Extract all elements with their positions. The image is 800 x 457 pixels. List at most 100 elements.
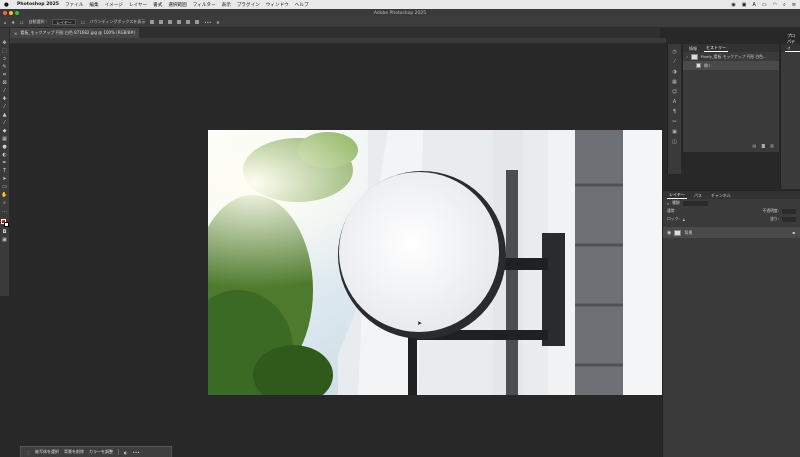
quick-mask-icon[interactable]: ◘ bbox=[2, 229, 8, 235]
screen-mode-icon[interactable]: ▣ bbox=[2, 237, 8, 243]
menu-plugins[interactable]: プラグイン bbox=[237, 2, 260, 8]
home-icon[interactable]: ⌂ bbox=[4, 20, 7, 25]
tab-paths[interactable]: パス bbox=[692, 193, 704, 199]
settings-gear-icon[interactable]: ✲ bbox=[216, 20, 219, 25]
bbox-checkbox[interactable]: ☐ bbox=[81, 20, 85, 25]
tab-history[interactable]: ヒストリー bbox=[704, 45, 728, 52]
more-icon[interactable]: ••• bbox=[133, 450, 140, 455]
type-tool-icon[interactable]: T bbox=[2, 168, 8, 174]
align-bottom-icon[interactable] bbox=[195, 20, 200, 24]
zoom-window-button[interactable] bbox=[15, 11, 19, 15]
document-tab[interactable]: × 看板_モックアップ 円形 白色 871682.jpg @ 100% (RGB… bbox=[10, 28, 140, 38]
align-left-icon[interactable] bbox=[150, 20, 155, 24]
status-a-icon[interactable]: A bbox=[752, 2, 755, 8]
lock-icon[interactable]: 🔒︎ bbox=[683, 217, 685, 222]
swatch-panel-icon[interactable]: ▦ bbox=[672, 79, 677, 85]
blend-mode-dropdown[interactable]: 通常 bbox=[667, 208, 675, 214]
menu-filter[interactable]: フィルター bbox=[193, 2, 216, 8]
adjust-color-button[interactable]: カラーを調整 bbox=[89, 449, 113, 455]
horizontal-ruler[interactable] bbox=[10, 38, 666, 44]
dodge-tool-icon[interactable]: ◐ bbox=[2, 152, 8, 158]
menu-file[interactable]: ファイル bbox=[65, 2, 83, 8]
close-tab-icon[interactable]: × bbox=[14, 31, 17, 36]
path-select-tool-icon[interactable]: ➤ bbox=[2, 176, 8, 182]
status-app-icon[interactable]: ▣ bbox=[742, 2, 747, 8]
filter-kind-label[interactable]: 種類 bbox=[672, 200, 680, 206]
align-middle-icon[interactable] bbox=[186, 20, 191, 24]
close-window-button[interactable] bbox=[3, 11, 7, 15]
align-top-icon[interactable] bbox=[177, 20, 182, 24]
menu-help[interactable]: ヘルプ bbox=[295, 2, 309, 8]
blur-tool-icon[interactable]: ● bbox=[2, 144, 8, 150]
more-tools-icon[interactable]: … bbox=[2, 208, 8, 214]
people-panel-icon[interactable]: ☺ bbox=[672, 89, 677, 95]
remove-bg-button[interactable]: 背景を削除 bbox=[64, 449, 84, 455]
gradient-tool-icon[interactable]: ▦ bbox=[2, 136, 8, 142]
search-icon[interactable]: ⌕ bbox=[783, 2, 786, 8]
layer-row[interactable]: ◉ 背景 ▪ bbox=[663, 227, 800, 238]
background-color[interactable] bbox=[3, 222, 9, 227]
tab-info[interactable]: 情報 bbox=[687, 46, 699, 52]
layer-select-dropdown[interactable]: レイヤー bbox=[52, 19, 77, 25]
menu-app-name[interactable]: Photoshop 2025 bbox=[17, 2, 59, 7]
status-battery-icon[interactable]: ▭ bbox=[762, 2, 767, 8]
trash-icon[interactable]: ▥ bbox=[770, 143, 774, 151]
mask-icon[interactable]: ◐ bbox=[124, 450, 128, 455]
shape-tool-icon[interactable]: ▭ bbox=[2, 184, 8, 190]
minimize-window-button[interactable] bbox=[9, 11, 13, 15]
para-panel-icon[interactable]: ¶ bbox=[673, 109, 676, 115]
brush-tool-icon[interactable]: ⁄ bbox=[2, 104, 8, 110]
eye-icon[interactable]: ◉ bbox=[667, 230, 671, 236]
crop-tool-icon[interactable]: ⌗ bbox=[2, 72, 8, 78]
frame-tool-icon[interactable]: ⊠ bbox=[2, 80, 8, 86]
quick-select-tool-icon[interactable]: ✎ bbox=[2, 64, 8, 70]
history-panel-icon[interactable]: ◷ bbox=[672, 49, 676, 55]
status-cc-icon[interactable]: ◉ bbox=[731, 2, 735, 8]
color-swatches[interactable] bbox=[0, 219, 9, 227]
zoom-tool-icon[interactable]: ⌕ bbox=[2, 200, 8, 206]
brush-source-icon[interactable]: ⁄ bbox=[687, 54, 688, 59]
control-center-icon[interactable]: ≡ bbox=[792, 2, 796, 8]
new-document-icon[interactable]: ▤ bbox=[753, 143, 757, 151]
camera-icon[interactable]: ◙ bbox=[761, 143, 765, 151]
align-center-icon[interactable] bbox=[159, 20, 164, 24]
other-panel-icon[interactable]: ◫ bbox=[672, 139, 677, 145]
fill-field[interactable] bbox=[782, 216, 796, 222]
more-options-icon[interactable]: ••• bbox=[204, 20, 211, 25]
hand-tool-icon[interactable]: ✋ bbox=[1, 192, 7, 198]
history-brush-tool-icon[interactable]: ⁄ bbox=[2, 120, 8, 126]
menu-type[interactable]: 書式 bbox=[153, 2, 162, 8]
healing-tool-icon[interactable]: ✚ bbox=[2, 96, 8, 102]
marquee-tool-icon[interactable]: ⬚ bbox=[2, 48, 8, 54]
align-right-icon[interactable] bbox=[168, 20, 173, 24]
menu-layer[interactable]: レイヤー bbox=[129, 2, 147, 8]
menu-image[interactable]: イメージ bbox=[105, 2, 123, 8]
apple-icon[interactable]: ● bbox=[4, 2, 11, 8]
tab-channels[interactable]: チャンネル bbox=[709, 193, 733, 199]
brush-panel-icon[interactable]: ⁄ bbox=[674, 59, 675, 65]
menu-select[interactable]: 選択範囲 bbox=[168, 2, 186, 8]
auto-select-checkbox[interactable]: ☐ bbox=[20, 20, 24, 25]
image-panel-icon[interactable]: ▣ bbox=[672, 129, 677, 135]
lasso-tool-icon[interactable]: ↄ bbox=[2, 56, 8, 62]
filter-kind-dropdown[interactable] bbox=[682, 200, 708, 206]
opacity-field[interactable] bbox=[782, 208, 796, 214]
menu-view[interactable]: 表示 bbox=[222, 2, 231, 8]
move-tool-icon[interactable]: ✥ bbox=[2, 40, 8, 46]
menu-edit[interactable]: 編集 bbox=[89, 2, 98, 8]
select-subject-button[interactable]: 被写体を選択 bbox=[35, 449, 59, 455]
move-tool-icon[interactable]: ✥ bbox=[12, 20, 15, 25]
menu-window[interactable]: ウィンドウ bbox=[266, 2, 289, 8]
char-panel-icon[interactable]: A bbox=[673, 99, 676, 105]
adjust-panel-icon[interactable]: ◑ bbox=[672, 69, 676, 75]
wifi-icon[interactable]: ◠ bbox=[773, 2, 777, 8]
pen-tool-icon[interactable]: ✒ bbox=[2, 160, 8, 166]
drag-handle-icon[interactable]: ⋮ bbox=[26, 450, 30, 455]
history-snapshot[interactable]: ⁄ Pixefy_看板 モックアップ 円形 白色... bbox=[683, 52, 779, 61]
document-canvas[interactable] bbox=[208, 130, 662, 395]
eyedropper-tool-icon[interactable]: ⁄ bbox=[2, 88, 8, 94]
eraser-tool-icon[interactable]: ◆ bbox=[2, 128, 8, 134]
stamp-tool-icon[interactable]: ▲ bbox=[2, 112, 8, 118]
tab-layers[interactable]: レイヤー bbox=[667, 192, 687, 199]
tab-properties[interactable]: プロパティ bbox=[785, 33, 800, 52]
